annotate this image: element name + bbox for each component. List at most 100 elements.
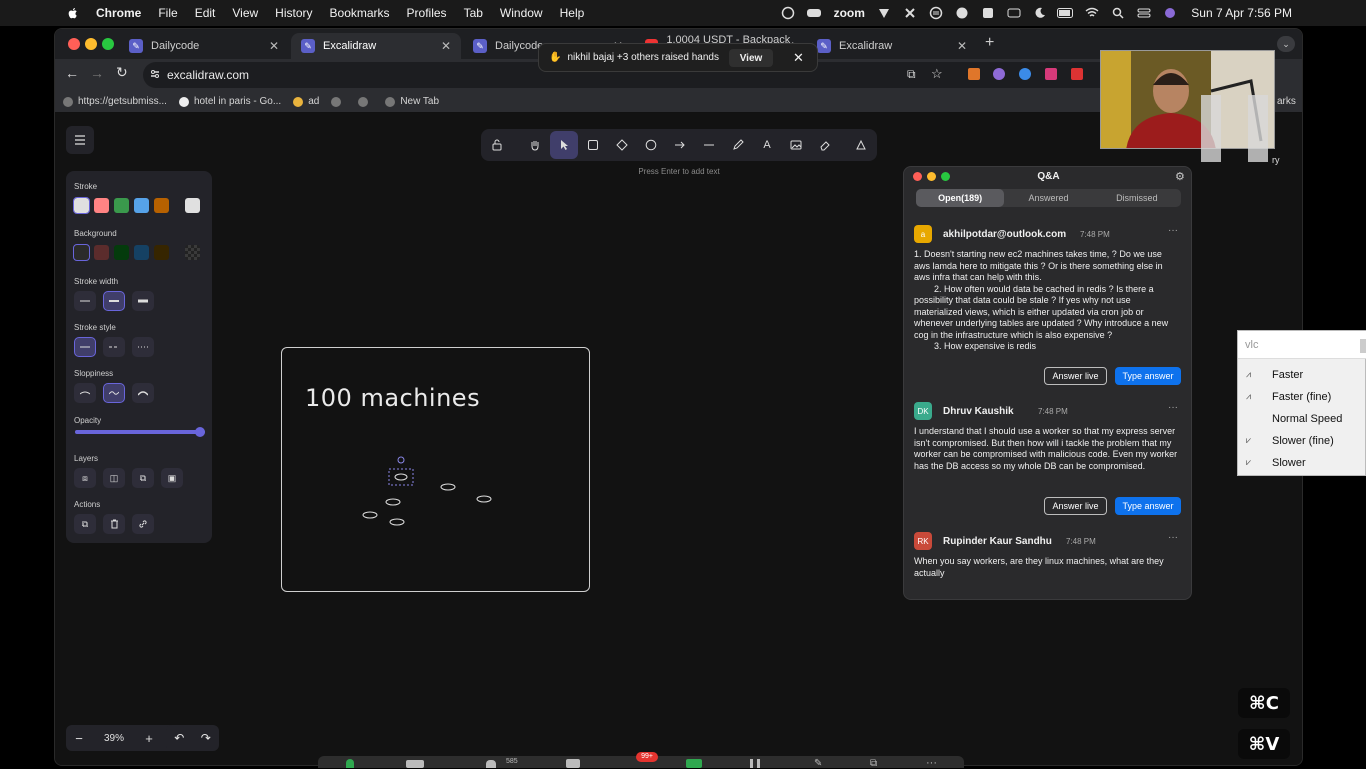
bookmark-circle[interactable]: [358, 96, 373, 107]
machines-sketch[interactable]: [355, 449, 505, 529]
zoom-level[interactable]: 39%: [92, 733, 136, 744]
chat-icon[interactable]: [566, 759, 580, 768]
status-icon-3[interactable]: [875, 6, 893, 20]
close-banner-icon[interactable]: ✕: [793, 50, 804, 66]
vlc-menu-slower[interactable]: Slower: [1272, 457, 1306, 469]
image-tool-button[interactable]: [782, 131, 810, 159]
stroke-style-dashed[interactable]: [103, 337, 125, 357]
stroke-width-bold[interactable]: [103, 291, 125, 311]
extension-icon-2[interactable]: [993, 68, 1005, 80]
answer-live-button[interactable]: Answer live: [1044, 497, 1107, 515]
stroke-width-extra-bold[interactable]: [132, 291, 154, 311]
extension-icon-5[interactable]: [1071, 68, 1083, 80]
microphone-icon[interactable]: [346, 759, 354, 768]
cast-icon[interactable]: ⧉: [907, 67, 916, 82]
vlc-menu-faster[interactable]: Faster: [1272, 369, 1303, 381]
eraser-tool-button[interactable]: [811, 131, 839, 159]
extension-metamask-icon[interactable]: [968, 68, 980, 80]
ellipse-tool-button[interactable]: [637, 131, 665, 159]
vlc-menu-slower-fine[interactable]: Slower (fine): [1272, 435, 1334, 447]
bg-color-transparent[interactable]: [73, 244, 90, 261]
machine-ellipse[interactable]: [476, 495, 492, 503]
qa-tab-answered[interactable]: Answered: [1004, 189, 1092, 207]
minimize-window-button[interactable]: [85, 38, 97, 50]
zoom-out-button[interactable]: −: [66, 731, 92, 746]
opacity-slider-thumb[interactable]: [195, 427, 205, 437]
more-icon[interactable]: ···: [926, 757, 937, 769]
machine-ellipse[interactable]: [394, 473, 408, 481]
tab-dailycode-1[interactable]: ✎ Dailycode ✕: [119, 33, 289, 59]
stroke-style-dotted[interactable]: [132, 337, 154, 357]
redo-icon[interactable]: ↷: [201, 731, 211, 745]
share-screen-icon[interactable]: [686, 759, 702, 768]
view-raised-hands-button[interactable]: View: [729, 49, 773, 67]
hand-tool-button[interactable]: [521, 131, 549, 159]
menu-app-name[interactable]: Chrome: [96, 6, 141, 20]
qa-settings-icon[interactable]: ⚙: [1175, 170, 1185, 183]
menu-edit[interactable]: Edit: [195, 6, 216, 20]
type-answer-button[interactable]: Type answer: [1115, 367, 1181, 385]
duplicate-button[interactable]: ⧉: [74, 514, 96, 534]
line-tool-button[interactable]: [695, 131, 723, 159]
send-to-back-button[interactable]: ⧈: [74, 468, 96, 488]
status-icon-2[interactable]: [805, 6, 823, 20]
menu-profiles[interactable]: Profiles: [407, 6, 447, 20]
send-backward-button[interactable]: ◫: [103, 468, 125, 488]
siri-icon[interactable]: [1161, 6, 1179, 20]
diamond-tool-button[interactable]: [608, 131, 636, 159]
ai-tools-button[interactable]: [847, 131, 875, 159]
apps-icon[interactable]: ⧉: [870, 758, 877, 769]
video-icon[interactable]: [406, 760, 424, 768]
library-button[interactable]: ry: [1272, 155, 1280, 165]
stroke-style-solid[interactable]: [74, 337, 96, 357]
status-icon-7[interactable]: [979, 6, 997, 20]
tab-excalidraw-2[interactable]: ✎ Excalidraw ✕: [807, 33, 977, 59]
selection-box[interactable]: [388, 468, 414, 486]
frame-heading-text[interactable]: 100 machines: [305, 384, 480, 412]
sloppiness-cartoonist[interactable]: [132, 383, 154, 403]
menubar-clock[interactable]: Sun 7 Apr 7:56 PM: [1191, 6, 1292, 20]
bookmark-ad[interactable]: ad: [293, 96, 319, 107]
draw-tool-button[interactable]: [724, 131, 752, 159]
stroke-color-orange[interactable]: [154, 198, 169, 213]
bookmark-globe[interactable]: [331, 96, 346, 107]
bring-forward-button[interactable]: ⧉: [132, 468, 154, 488]
status-icon-6[interactable]: [953, 6, 971, 20]
bg-color-orange[interactable]: [154, 245, 169, 260]
machine-ellipse[interactable]: [440, 483, 456, 491]
menu-history[interactable]: History: [275, 6, 312, 20]
close-tab-icon[interactable]: ✕: [269, 39, 279, 53]
back-icon[interactable]: ←: [65, 65, 79, 81]
machine-ellipse[interactable]: [389, 518, 405, 526]
bg-color-green[interactable]: [114, 245, 129, 260]
menu-file[interactable]: File: [158, 6, 177, 20]
tab-search-icon[interactable]: ⌄: [1277, 36, 1295, 52]
rectangle-tool-button[interactable]: [579, 131, 607, 159]
moon-icon[interactable]: [1031, 6, 1049, 20]
arrow-tool-button[interactable]: [666, 131, 694, 159]
pause-share-icon[interactable]: [750, 759, 760, 768]
new-tab-icon[interactable]: +: [985, 34, 994, 52]
maximize-window-button[interactable]: [102, 38, 114, 50]
control-center-icon[interactable]: [1135, 6, 1153, 20]
stroke-color-red[interactable]: [94, 198, 109, 213]
more-options-icon[interactable]: ···: [1168, 402, 1178, 413]
sloppiness-artist[interactable]: [103, 383, 125, 403]
stroke-color-green[interactable]: [114, 198, 129, 213]
participants-icon[interactable]: [486, 760, 496, 768]
machine-ellipse[interactable]: [362, 511, 378, 519]
main-menu-button[interactable]: [66, 126, 94, 154]
menu-help[interactable]: Help: [560, 6, 585, 20]
machine-ellipse[interactable]: [385, 498, 401, 506]
extension-icon-4[interactable]: [1045, 68, 1057, 80]
all-bookmarks-label[interactable]: arks: [1277, 96, 1296, 107]
zoom-in-button[interactable]: +: [136, 731, 162, 746]
lock-tool-button[interactable]: [483, 131, 511, 159]
type-answer-button[interactable]: Type answer: [1115, 497, 1181, 515]
apple-icon[interactable]: [66, 6, 80, 20]
undo-icon[interactable]: ↶: [174, 731, 184, 745]
status-icon-1[interactable]: [779, 6, 797, 20]
more-options-icon[interactable]: ···: [1168, 532, 1178, 543]
menu-window[interactable]: Window: [500, 6, 543, 20]
vlc-menu-normal-speed[interactable]: Normal Speed: [1272, 413, 1342, 425]
